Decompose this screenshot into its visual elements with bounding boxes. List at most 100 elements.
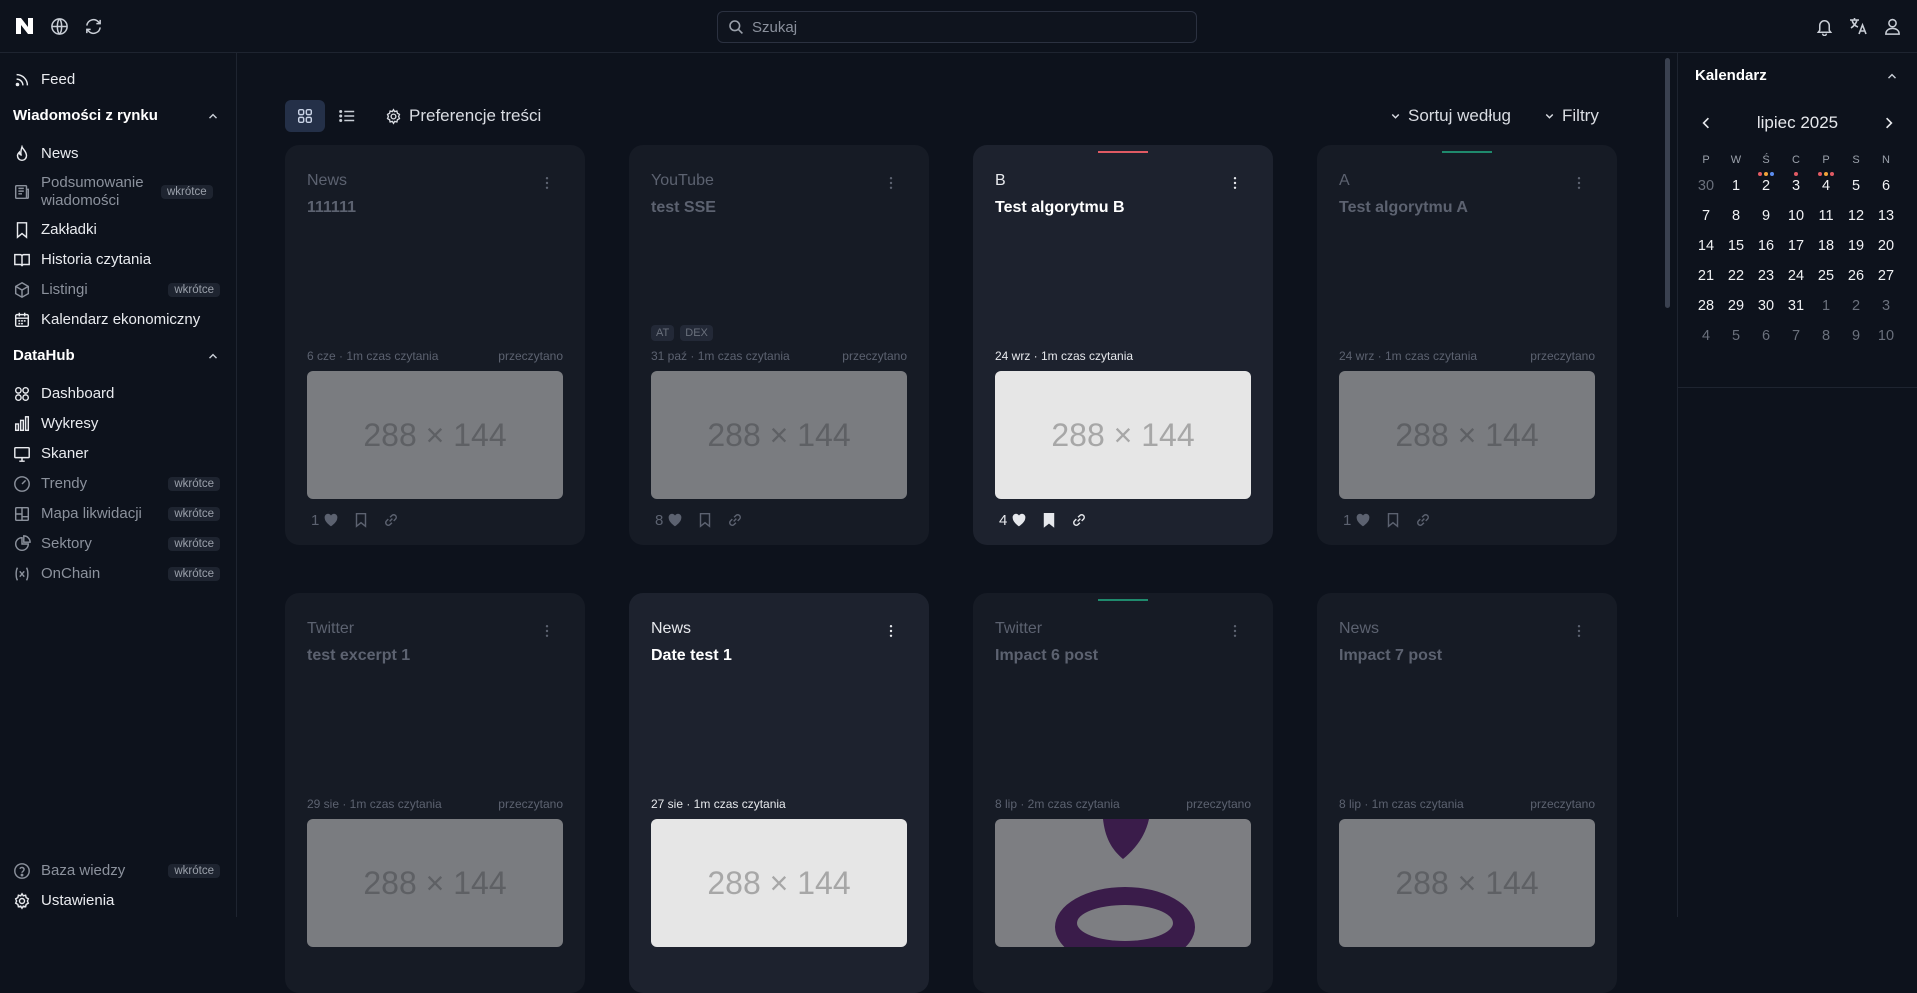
main-scrollbar[interactable] <box>1665 58 1670 308</box>
more-vertical-icon[interactable] <box>1571 175 1587 191</box>
calendar-day[interactable]: 30 <box>1691 178 1721 194</box>
card-thumbnail[interactable]: 288 × 144 <box>1339 371 1595 499</box>
calendar-day[interactable]: 29 <box>1721 298 1751 314</box>
card-tag[interactable]: DEX <box>680 325 713 341</box>
calendar-day[interactable]: 4 <box>1811 172 1841 194</box>
calendar-day[interactable]: 3 <box>1871 298 1901 314</box>
calendar-day[interactable]: 2 <box>1841 298 1871 314</box>
refresh-icon[interactable] <box>82 15 104 37</box>
news-card[interactable]: News Impact 7 post 8 lip · 1m czas czytani… <box>1317 593 1617 993</box>
link-icon[interactable] <box>726 511 744 529</box>
chevron-left-icon[interactable] <box>1698 115 1714 131</box>
more-vertical-icon[interactable] <box>1227 623 1243 639</box>
sidebar-item-news[interactable]: News <box>13 143 220 165</box>
card-thumbnail[interactable] <box>995 819 1251 947</box>
bookmark-icon[interactable] <box>352 511 370 529</box>
calendar-day[interactable]: 26 <box>1841 268 1871 284</box>
link-icon[interactable] <box>1070 511 1088 529</box>
card-thumbnail[interactable]: 288 × 144 <box>307 819 563 947</box>
like-button[interactable]: 1 <box>1343 511 1372 529</box>
sidebar-item-bookmarks[interactable]: Zakładki <box>13 219 220 241</box>
search-bar[interactable] <box>717 11 1197 43</box>
calendar-day[interactable]: 11 <box>1811 208 1841 224</box>
bookmark-icon[interactable] <box>1384 511 1402 529</box>
news-card[interactable]: Twitter test excerpt 1 29 sie · 1m czas cz… <box>285 593 585 993</box>
like-button[interactable]: 1 <box>311 511 340 529</box>
calendar-day[interactable]: 4 <box>1691 328 1721 344</box>
sidebar-item-trends[interactable]: Trendy wkrótce <box>13 473 220 495</box>
news-card[interactable]: Twitter Impact 6 post 8 lip · 2m czas czyt… <box>973 593 1273 993</box>
calendar-day[interactable]: 31 <box>1781 298 1811 314</box>
bell-icon[interactable] <box>1813 15 1835 37</box>
calendar-day[interactable]: 6 <box>1751 328 1781 344</box>
calendar-day[interactable]: 27 <box>1871 268 1901 284</box>
sidebar-item-listings[interactable]: Listingi wkrótce <box>13 279 220 301</box>
chevron-up-icon[interactable] <box>206 109 220 123</box>
more-vertical-icon[interactable] <box>883 175 899 191</box>
calendar-day[interactable]: 18 <box>1811 238 1841 254</box>
calendar-day[interactable]: 24 <box>1781 268 1811 284</box>
calendar-day[interactable]: 8 <box>1721 208 1751 224</box>
calendar-day[interactable]: 9 <box>1841 328 1871 344</box>
sort-button[interactable]: Sortuj według <box>1389 100 1511 132</box>
card-tag[interactable]: AT <box>651 325 675 341</box>
sidebar-item-scanner[interactable]: Skaner <box>13 443 220 465</box>
calendar-day[interactable]: 3 <box>1781 172 1811 194</box>
user-icon[interactable] <box>1881 15 1903 37</box>
news-card[interactable]: B Test algorytmu B 24 wrz · 1m czas czytan… <box>973 145 1273 545</box>
chevron-up-icon[interactable] <box>206 349 220 363</box>
card-thumbnail[interactable]: 288 × 144 <box>995 371 1251 499</box>
calendar-day[interactable]: 5 <box>1841 178 1871 194</box>
sidebar-item-reading-history[interactable]: Historia czytania <box>13 249 220 271</box>
grid-view-button[interactable] <box>285 100 325 132</box>
news-card[interactable]: News Date test 1 27 sie · 1m czas czytania… <box>629 593 929 993</box>
sidebar-item-charts[interactable]: Wykresy <box>13 413 220 435</box>
calendar-day[interactable]: 5 <box>1721 328 1751 344</box>
news-card[interactable]: A Test algorytmu A 24 wrz · 1m czas czytan… <box>1317 145 1617 545</box>
more-vertical-icon[interactable] <box>539 623 555 639</box>
bookmark-icon[interactable] <box>1040 511 1058 529</box>
card-thumbnail[interactable]: 288 × 144 <box>307 371 563 499</box>
link-icon[interactable] <box>382 511 400 529</box>
card-thumbnail[interactable]: 288 × 144 <box>1339 819 1595 947</box>
calendar-day[interactable]: 23 <box>1751 268 1781 284</box>
sidebar-item-dashboard[interactable]: Dashboard <box>13 383 220 405</box>
calendar-day[interactable]: 22 <box>1721 268 1751 284</box>
more-vertical-icon[interactable] <box>883 623 899 639</box>
section-market-news[interactable]: Wiadomości z rynku <box>13 107 220 124</box>
calendar-day[interactable]: 30 <box>1751 298 1781 314</box>
calendar-day[interactable]: 12 <box>1841 208 1871 224</box>
sidebar-item-liquidation-map[interactable]: Mapa likwidacji wkrótce <box>13 503 220 525</box>
sidebar-item-news-summary[interactable]: Podsumowanie wiadomości wkrótce <box>13 173 220 211</box>
calendar-day[interactable]: 10 <box>1781 208 1811 224</box>
globe-icon[interactable] <box>48 15 70 37</box>
more-vertical-icon[interactable] <box>539 175 555 191</box>
calendar-day[interactable]: 1 <box>1811 298 1841 314</box>
calendar-day[interactable]: 28 <box>1691 298 1721 314</box>
calendar-day[interactable]: 7 <box>1691 208 1721 224</box>
chevron-up-icon[interactable] <box>1885 69 1899 83</box>
sidebar-item-feed[interactable]: Feed <box>13 69 220 91</box>
sidebar-item-knowledge-base[interactable]: Baza wiedzy wkrótce <box>13 860 220 882</box>
list-view-button[interactable] <box>331 100 363 132</box>
content-preferences-button[interactable]: Preferencje treści <box>385 100 541 132</box>
calendar-day[interactable]: 19 <box>1841 238 1871 254</box>
link-icon[interactable] <box>1414 511 1432 529</box>
sidebar-item-settings[interactable]: Ustawienia <box>13 890 220 912</box>
calendar-day[interactable]: 8 <box>1811 328 1841 344</box>
calendar-day[interactable]: 2 <box>1751 172 1781 194</box>
search-input[interactable] <box>752 18 1172 36</box>
more-vertical-icon[interactable] <box>1571 623 1587 639</box>
calendar-day[interactable]: 17 <box>1781 238 1811 254</box>
like-button[interactable]: 4 <box>999 511 1028 529</box>
section-datahub[interactable]: DataHub <box>13 347 220 364</box>
sidebar-item-economic-calendar[interactable]: Kalendarz ekonomiczny <box>13 309 220 331</box>
more-vertical-icon[interactable] <box>1227 175 1243 191</box>
translate-icon[interactable] <box>1847 15 1869 37</box>
calendar-day[interactable]: 16 <box>1751 238 1781 254</box>
news-card[interactable]: YouTube test SSE AT DEX 31 paź · 1m czas czy… <box>629 145 929 545</box>
sidebar-item-sectors[interactable]: Sektory wkrótce <box>13 533 220 555</box>
calendar-header[interactable]: Kalendarz <box>1695 67 1899 84</box>
like-button[interactable]: 8 <box>655 511 684 529</box>
logo-icon[interactable] <box>14 15 36 37</box>
